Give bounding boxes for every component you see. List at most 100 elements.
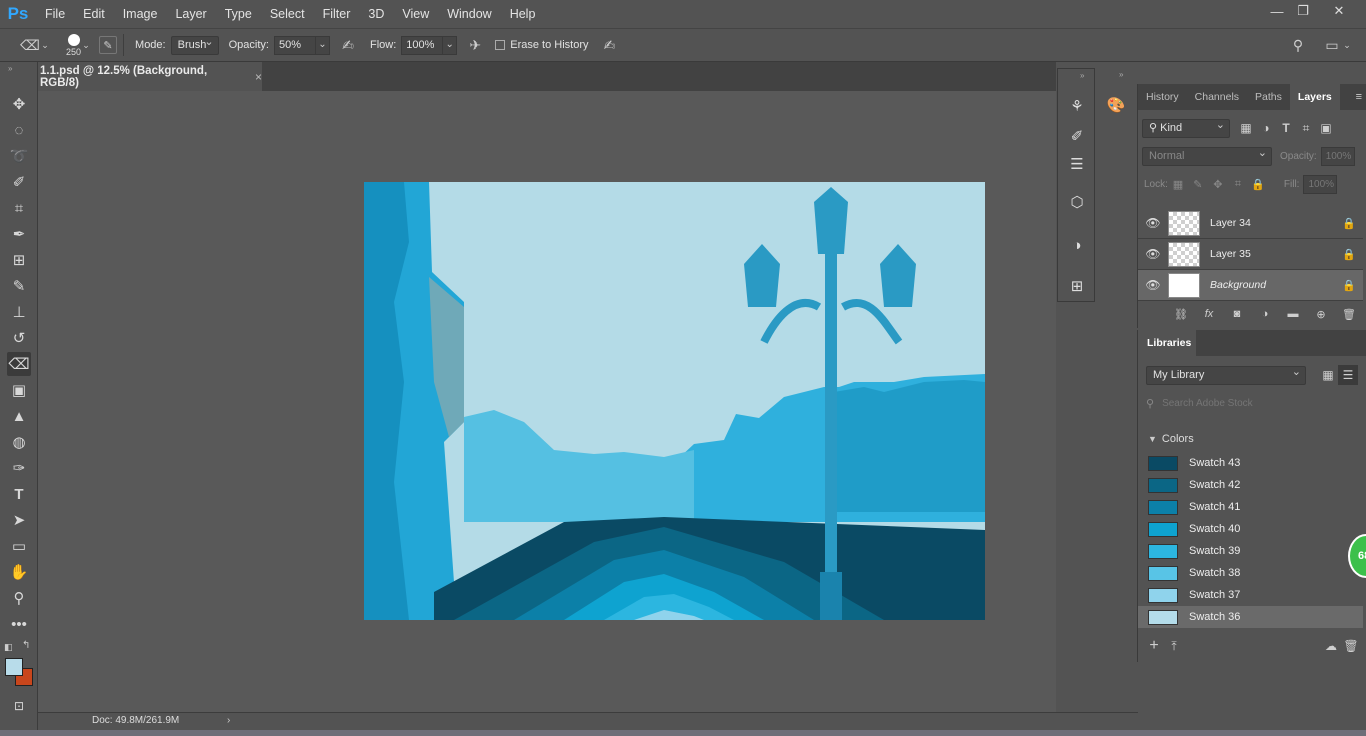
restore-button[interactable]: ❐ — [1288, 0, 1318, 22]
swatch-row[interactable]: Swatch 40 — [1138, 518, 1363, 540]
eraser-tool-preset-icon[interactable]: ⌫ — [20, 35, 40, 55]
menu-help[interactable]: Help — [501, 0, 545, 28]
lock-artboard-icon[interactable]: ⌗ — [1228, 174, 1248, 194]
add-content-icon[interactable]: + — [1144, 636, 1164, 656]
default-colors-icon[interactable]: ◧ — [4, 642, 13, 653]
tab-libraries[interactable]: Libraries — [1138, 330, 1196, 356]
eyedropper-tool-icon[interactable]: ✒ — [7, 222, 31, 246]
menu-edit[interactable]: Edit — [74, 0, 114, 28]
properties-icon[interactable]: ☰ — [1066, 153, 1088, 175]
opacity-field[interactable]: 50% — [273, 35, 316, 55]
menu-window[interactable]: Window — [438, 0, 500, 28]
crop-tool-icon[interactable]: ⌗ — [7, 196, 31, 220]
chevron-down-icon[interactable]: ⌄ — [81, 35, 91, 55]
quick-mask-icon[interactable]: ⊡ — [7, 694, 31, 718]
collapse-toolbox-icon[interactable]: » — [8, 64, 12, 73]
zoom-tool-icon[interactable]: ⚲ — [7, 586, 31, 610]
layer-opacity-field[interactable]: 100% — [1320, 146, 1355, 166]
pressure-size-icon[interactable]: ✍ — [600, 35, 620, 55]
3d-icon[interactable]: ⬡ — [1066, 191, 1088, 213]
rectangle-tool-icon[interactable]: ▭ — [7, 534, 31, 558]
healing-brush-tool-icon[interactable]: ⊞ — [7, 248, 31, 272]
fx-icon[interactable]: fx — [1199, 304, 1219, 324]
brush-settings-icon[interactable]: ✐ — [1066, 125, 1088, 147]
type-tool-icon[interactable]: T — [7, 482, 31, 506]
color-palette-icon[interactable]: 🎨 — [1105, 94, 1127, 116]
smart-object-filter-icon[interactable]: ▣ — [1316, 118, 1336, 138]
layer-row-layer-34[interactable]: 👁 Layer 34 🔒 — [1138, 208, 1363, 239]
opacity-dropdown[interactable]: ⌄ — [315, 35, 330, 55]
swatch-row[interactable]: Swatch 43 — [1138, 452, 1363, 474]
brush-size-picker[interactable]: 250 — [66, 33, 81, 57]
chevron-right-icon[interactable]: › — [227, 715, 230, 726]
new-layer-icon[interactable]: ⊕ — [1311, 304, 1331, 324]
swatch-row[interactable]: Swatch 37 — [1138, 584, 1363, 606]
layer-row-background[interactable]: 👁 Background 🔒 — [1138, 270, 1363, 301]
library-select[interactable]: My Library — [1146, 364, 1306, 385]
delete-layer-icon[interactable]: 🗑 — [1339, 304, 1359, 324]
pen-tool-icon[interactable]: ✑ — [7, 456, 31, 480]
workspace-icon[interactable]: ▭ — [1322, 35, 1342, 55]
canvas-area[interactable] — [38, 91, 1056, 712]
visibility-eye-icon[interactable]: 👁 — [1138, 278, 1168, 292]
filter-kind-select[interactable]: ⚲ Kind — [1142, 117, 1230, 138]
swatch-row[interactable]: Swatch 41 — [1138, 496, 1363, 518]
artwork-canvas[interactable] — [364, 182, 985, 620]
eraser-tool-icon[interactable]: ⌫ — [7, 352, 31, 376]
tab-channels[interactable]: Channels — [1187, 84, 1247, 110]
more-tools-icon[interactable]: ••• — [7, 612, 31, 636]
swatch-row[interactable]: Swatch 39 — [1138, 540, 1363, 562]
fill-field[interactable]: 100% — [1303, 174, 1338, 194]
tab-layers[interactable]: Layers — [1289, 84, 1340, 110]
list-view-icon[interactable]: ☰ — [1338, 365, 1358, 385]
visibility-eye-icon[interactable]: 👁 — [1138, 216, 1168, 230]
swatch-row[interactable]: Swatch 36 — [1138, 606, 1363, 628]
layer-row-layer-35[interactable]: 👁 Layer 35 🔒 — [1138, 239, 1363, 270]
lock-position-icon[interactable]: ✥ — [1208, 174, 1228, 194]
marquee-tool-icon[interactable]: ◌ — [7, 118, 31, 142]
document-tab[interactable]: 1.1.psd @ 12.5% (Background, RGB/8) × — [38, 62, 262, 91]
visibility-eye-icon[interactable]: 👁 — [1138, 247, 1168, 261]
lock-transparent-icon[interactable]: ▦ — [1168, 174, 1188, 194]
search-icon[interactable]: ⚲ — [1288, 35, 1308, 55]
grid-view-icon[interactable]: ▦ — [1318, 365, 1338, 385]
creative-cloud-icon[interactable]: ☁ — [1321, 636, 1341, 656]
quick-selection-tool-icon[interactable]: ✐ — [7, 170, 31, 194]
dodge-tool-icon[interactable]: ◍ — [7, 430, 31, 454]
link-layers-icon[interactable]: ⛓ — [1171, 304, 1191, 324]
chevron-down-icon[interactable]: ⌄ — [1342, 35, 1352, 55]
delete-icon[interactable]: 🗑 — [1341, 636, 1361, 656]
panel-menu-icon[interactable]: ≡ — [1356, 91, 1362, 103]
shape-filter-icon[interactable]: ⌗ — [1296, 118, 1316, 138]
blend-mode-select[interactable]: Normal — [1142, 145, 1272, 166]
airbrush-icon[interactable]: ✈ — [465, 35, 485, 55]
brush-tool-icon[interactable]: ✎ — [7, 274, 31, 298]
add-mask-icon[interactable]: ◙ — [1227, 304, 1247, 324]
lock-all-icon[interactable]: 🔒 — [1248, 174, 1268, 194]
expand-panels-icon[interactable]: » — [1119, 70, 1123, 79]
expand-panels-icon[interactable]: » — [1080, 71, 1084, 80]
swatch-row[interactable]: Swatch 42 — [1138, 474, 1363, 496]
tab-history[interactable]: History — [1138, 84, 1187, 110]
adjustment-filter-icon[interactable]: ◑ — [1256, 118, 1276, 138]
brush-presets-icon[interactable]: ⚘ — [1066, 95, 1088, 117]
adjustments-icon[interactable]: ◑ — [1066, 234, 1088, 256]
grid-icon[interactable]: ⊞ — [1066, 275, 1088, 297]
swap-colors-icon[interactable]: ↰ — [22, 640, 30, 651]
brush-panel-icon[interactable]: ✎ — [99, 36, 118, 54]
menu-layer[interactable]: Layer — [166, 0, 215, 28]
history-brush-tool-icon[interactable]: ↺ — [7, 326, 31, 350]
mode-select[interactable]: Brush — [170, 34, 219, 55]
hand-tool-icon[interactable]: ✋ — [7, 560, 31, 584]
flow-field[interactable]: 100% — [401, 35, 444, 55]
menu-type[interactable]: Type — [216, 0, 261, 28]
gradient-tool-icon[interactable]: ▣ — [7, 378, 31, 402]
swatch-row[interactable]: Swatch 38 — [1138, 562, 1363, 584]
type-filter-icon[interactable]: T — [1276, 118, 1296, 138]
new-adjustment-icon[interactable]: ◑ — [1255, 304, 1275, 324]
close-button[interactable]: ✕ — [1324, 0, 1354, 22]
clone-stamp-tool-icon[interactable]: ⊥ — [7, 300, 31, 324]
upload-icon[interactable]: ⤒ — [1164, 636, 1184, 656]
new-group-icon[interactable]: ▬ — [1283, 304, 1303, 324]
tab-paths[interactable]: Paths — [1247, 84, 1290, 110]
